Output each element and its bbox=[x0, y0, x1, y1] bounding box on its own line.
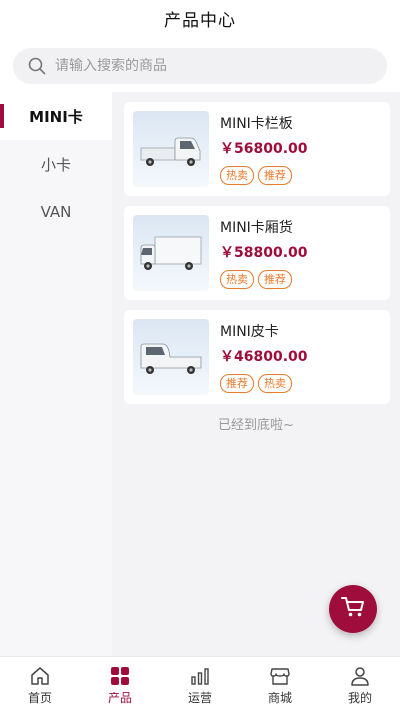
tag-badge: 热卖 bbox=[220, 166, 254, 185]
tag-badge: 推荐 bbox=[258, 166, 292, 185]
sidebar-item-small-truck[interactable]: 小卡 bbox=[0, 140, 112, 188]
tab-label: 首页 bbox=[27, 691, 52, 705]
product-name: MINI皮卡 bbox=[220, 324, 279, 340]
search-bar[interactable] bbox=[13, 48, 387, 84]
bottom-tab-bar: 首页 产品 运营 商城 我的 bbox=[0, 656, 400, 711]
search-icon bbox=[27, 56, 47, 76]
page-header: 产品中心 bbox=[0, 0, 400, 36]
product-name: MINI卡栏板 bbox=[220, 116, 293, 132]
tab-label: 运营 bbox=[187, 691, 212, 705]
home-icon bbox=[29, 665, 51, 687]
product-image bbox=[133, 111, 209, 187]
tab-home[interactable]: 首页 bbox=[0, 657, 80, 711]
product-tags: 热卖 推荐 bbox=[220, 166, 292, 185]
cart-icon bbox=[340, 595, 366, 623]
end-of-list-note: 已经到底啦~ bbox=[218, 418, 294, 433]
tag-badge: 热卖 bbox=[258, 374, 292, 393]
product-list: MINI卡栏板 ￥56800.00 热卖 推荐 MINI卡厢货 ￥58800.0… bbox=[112, 92, 400, 656]
tab-label: 商城 bbox=[267, 691, 292, 705]
tab-store[interactable]: 商城 bbox=[240, 657, 320, 711]
category-sidebar: MINI卡 小卡 VAN bbox=[0, 92, 112, 656]
tab-products[interactable]: 产品 bbox=[80, 657, 160, 711]
tab-profile[interactable]: 我的 bbox=[320, 657, 400, 711]
product-price: ￥56800.00 bbox=[220, 141, 308, 157]
chart-icon bbox=[189, 665, 211, 687]
product-image bbox=[133, 319, 209, 395]
search-input[interactable] bbox=[55, 58, 355, 74]
product-card[interactable]: MINI卡栏板 ￥56800.00 热卖 推荐 bbox=[124, 102, 390, 196]
page-title: 产品中心 bbox=[164, 10, 236, 31]
sidebar-item-mini[interactable]: MINI卡 bbox=[0, 92, 112, 140]
product-name: MINI卡厢货 bbox=[220, 220, 293, 236]
tag-badge: 热卖 bbox=[220, 270, 254, 289]
sidebar-item-van[interactable]: VAN bbox=[0, 188, 112, 236]
tag-badge: 推荐 bbox=[258, 270, 292, 289]
tab-operations[interactable]: 运营 bbox=[160, 657, 240, 711]
grid-icon bbox=[109, 665, 131, 687]
product-tags: 热卖 推荐 bbox=[220, 270, 292, 289]
user-icon bbox=[349, 665, 371, 687]
product-tags: 推荐 热卖 bbox=[220, 374, 292, 393]
product-card[interactable]: MINI皮卡 ￥46800.00 推荐 热卖 bbox=[124, 310, 390, 404]
tab-label: 我的 bbox=[347, 691, 372, 705]
product-price: ￥46800.00 bbox=[220, 349, 308, 365]
product-image bbox=[133, 215, 209, 291]
product-card[interactable]: MINI卡厢货 ￥58800.00 热卖 推荐 bbox=[124, 206, 390, 300]
store-icon bbox=[269, 665, 291, 687]
cart-button[interactable] bbox=[329, 585, 377, 633]
tag-badge: 推荐 bbox=[220, 374, 254, 393]
product-price: ￥58800.00 bbox=[220, 245, 308, 261]
tab-label: 产品 bbox=[107, 691, 132, 705]
